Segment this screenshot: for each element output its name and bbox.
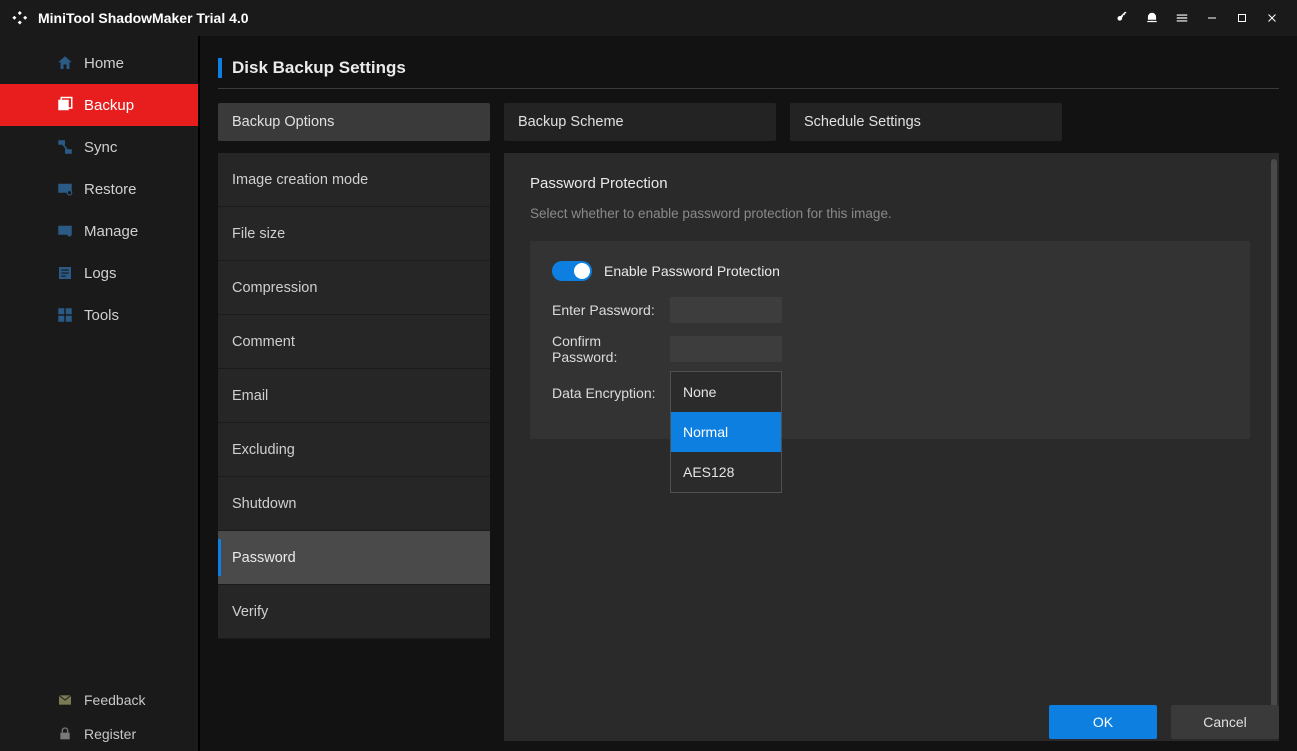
encryption-option-none[interactable]: None <box>671 372 781 412</box>
options-list: Image creation mode File size Compressio… <box>218 153 490 741</box>
option-label: Image creation mode <box>232 172 368 188</box>
option-label: Password <box>232 550 296 566</box>
option-label: Email <box>232 388 268 404</box>
sidebar-item-logs[interactable]: Logs <box>0 252 198 294</box>
password-card: Enable Password Protection Enter Passwor… <box>530 241 1250 439</box>
minimize-icon[interactable] <box>1197 3 1227 33</box>
device-icon[interactable] <box>1137 3 1167 33</box>
sidebar-item-label: Restore <box>84 181 137 198</box>
option-excluding[interactable]: Excluding <box>218 423 490 477</box>
lock-icon <box>56 725 74 743</box>
sidebar-item-label: Backup <box>84 97 134 114</box>
option-file-size[interactable]: File size <box>218 207 490 261</box>
tools-icon <box>56 306 74 324</box>
enter-password-label: Enter Password: <box>552 302 670 318</box>
option-label: Compression <box>232 280 317 296</box>
page-title-row: Disk Backup Settings <box>218 58 1279 89</box>
sidebar-item-label: Register <box>84 726 136 742</box>
encryption-dropdown: None Normal AES128 <box>670 371 782 493</box>
sidebar-item-label: Home <box>84 55 124 72</box>
close-icon[interactable] <box>1257 3 1287 33</box>
sidebar-item-tools[interactable]: Tools <box>0 294 198 336</box>
main-panel: Disk Backup Settings Backup Options Back… <box>200 36 1297 751</box>
button-label: Cancel <box>1203 714 1247 730</box>
menu-icon[interactable] <box>1167 3 1197 33</box>
dd-label: None <box>683 384 716 400</box>
sidebar-item-label: Sync <box>84 139 117 156</box>
enter-password-input[interactable] <box>670 297 782 323</box>
sidebar-item-label: Manage <box>84 223 138 240</box>
sidebar-item-label: Tools <box>84 307 119 324</box>
key-icon[interactable] <box>1107 3 1137 33</box>
content-panel: Password Protection Select whether to en… <box>504 153 1279 741</box>
scrollbar[interactable] <box>1271 159 1277 735</box>
sidebar-item-backup[interactable]: Backup <box>0 84 198 126</box>
enable-password-toggle[interactable] <box>552 261 592 281</box>
section-desc: Select whether to enable password protec… <box>530 206 1253 221</box>
confirm-password-input[interactable] <box>670 336 782 362</box>
title-accent-bar <box>218 58 222 78</box>
encryption-label: Data Encryption: <box>552 375 670 401</box>
toggle-knob <box>574 263 590 279</box>
option-comment[interactable]: Comment <box>218 315 490 369</box>
option-password[interactable]: Password <box>218 531 490 585</box>
page-title: Disk Backup Settings <box>232 58 406 78</box>
encryption-option-aes128[interactable]: AES128 <box>671 452 781 492</box>
option-shutdown[interactable]: Shutdown <box>218 477 490 531</box>
home-icon <box>56 54 74 72</box>
sidebar-register[interactable]: Register <box>0 717 198 751</box>
tab-label: Backup Options <box>232 114 334 130</box>
feedback-icon <box>56 691 74 709</box>
dd-label: AES128 <box>683 464 734 480</box>
tab-schedule-settings[interactable]: Schedule Settings <box>790 103 1062 141</box>
sidebar: Home Backup Sync Restore Manage <box>0 36 200 751</box>
tab-backup-scheme[interactable]: Backup Scheme <box>504 103 776 141</box>
manage-icon <box>56 222 74 240</box>
footer-buttons: OK Cancel <box>1049 705 1279 739</box>
restore-icon <box>56 180 74 198</box>
sidebar-item-manage[interactable]: Manage <box>0 210 198 252</box>
sidebar-item-label: Logs <box>84 265 117 282</box>
workspace: Image creation mode File size Compressio… <box>218 153 1279 741</box>
tab-label: Schedule Settings <box>804 114 921 130</box>
sidebar-item-home[interactable]: Home <box>0 42 198 84</box>
app-logo-icon <box>10 8 30 28</box>
ok-button[interactable]: OK <box>1049 705 1157 739</box>
sidebar-item-sync[interactable]: Sync <box>0 126 198 168</box>
option-compression[interactable]: Compression <box>218 261 490 315</box>
toggle-label: Enable Password Protection <box>604 263 780 279</box>
option-label: Comment <box>232 334 295 350</box>
option-label: Shutdown <box>232 496 297 512</box>
option-label: File size <box>232 226 285 242</box>
option-label: Excluding <box>232 442 295 458</box>
sidebar-item-label: Feedback <box>84 692 145 708</box>
tab-backup-options[interactable]: Backup Options <box>218 103 490 141</box>
sidebar-feedback[interactable]: Feedback <box>0 683 198 717</box>
backup-icon <box>56 96 74 114</box>
button-label: OK <box>1093 714 1113 730</box>
encryption-option-normal[interactable]: Normal <box>671 412 781 452</box>
section-title: Password Protection <box>530 175 1253 192</box>
logs-icon <box>56 264 74 282</box>
confirm-password-label: Confirm Password: <box>552 333 670 365</box>
option-email[interactable]: Email <box>218 369 490 423</box>
app-window: MiniTool ShadowMaker Trial 4.0 Home <box>0 0 1297 751</box>
dd-label: Normal <box>683 424 728 440</box>
sync-icon <box>56 138 74 156</box>
tab-label: Backup Scheme <box>518 114 624 130</box>
settings-tabs: Backup Options Backup Scheme Schedule Se… <box>218 103 1279 141</box>
option-image-creation-mode[interactable]: Image creation mode <box>218 153 490 207</box>
maximize-icon[interactable] <box>1227 3 1257 33</box>
title-bar: MiniTool ShadowMaker Trial 4.0 <box>0 0 1297 36</box>
option-verify[interactable]: Verify <box>218 585 490 639</box>
sidebar-item-restore[interactable]: Restore <box>0 168 198 210</box>
cancel-button[interactable]: Cancel <box>1171 705 1279 739</box>
app-title: MiniTool ShadowMaker Trial 4.0 <box>38 10 249 26</box>
option-label: Verify <box>232 604 268 620</box>
